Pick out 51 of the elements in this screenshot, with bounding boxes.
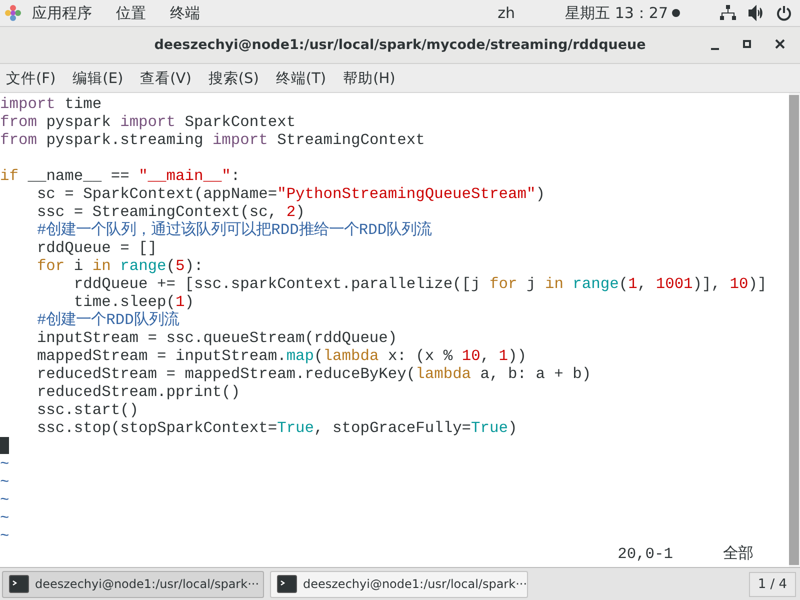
empty-line-marker: ~	[0, 509, 10, 527]
code-line: rddQueue += [ssc.sparkContext.parallelize([j for j in range(1, 1001)], 10)]	[72, 275, 768, 293]
code-line: if __name__ == "__main__":	[0, 167, 242, 185]
empty-line-marker: ~	[0, 473, 10, 491]
top-menu-item[interactable]: 应用程序	[32, 4, 92, 22]
volume-icon[interactable]	[748, 5, 764, 21]
power-icon[interactable]	[776, 5, 792, 21]
close-icon[interactable]	[774, 37, 786, 51]
code-line: from pyspark import SparkContext	[0, 113, 297, 131]
code-line: mappedStream = inputStream.map(lambda x: (x % 10, 1))	[36, 347, 528, 365]
code-line: ssc.stop(stopSparkContext=True, stopGraceFully=True)	[36, 419, 518, 437]
empty-line-marker: ~	[0, 491, 10, 509]
menu-item[interactable]: 编辑(E)	[72, 68, 124, 88]
terminal-icon	[277, 575, 297, 593]
scrollbar[interactable]	[789, 93, 800, 567]
top-menu-item[interactable]: 位置	[116, 4, 146, 22]
menu-item[interactable]: 帮助(H)	[343, 68, 396, 88]
code-line: reducedStream.pprint()	[36, 383, 242, 401]
code-line: import time	[0, 95, 103, 113]
terminal-icon	[9, 575, 29, 593]
code-line: sc = SparkContext(appName="PythonStreamingQueueStream")	[36, 185, 546, 203]
code-line: #创建一个队列，通过该队列可以把RDD推给一个RDD队列流	[36, 221, 433, 239]
maximize-icon[interactable]	[742, 37, 752, 51]
menu-item[interactable]: 终端(T)	[276, 68, 326, 88]
menu-item[interactable]: 查看(V)	[140, 68, 192, 88]
code-line: rddQueue = []	[36, 239, 158, 257]
code-line: ssc.start()	[36, 401, 140, 419]
scroll-position: 全部	[723, 545, 753, 563]
workspace-indicator[interactable]: 1 / 4	[748, 572, 796, 596]
code-line: ssc = StreamingContext(sc, 2)	[36, 203, 306, 221]
clock[interactable]: 星期五 13：27	[565, 4, 668, 22]
code-line: reducedStream = mappedStream.reduceByKey(lambda a, b: a + b)	[36, 365, 592, 383]
network-icon[interactable]	[720, 5, 736, 21]
top-menu-item[interactable]: 终端	[170, 4, 200, 22]
cursor-position: 20,0-1	[618, 545, 673, 563]
empty-line-marker: ~	[0, 455, 10, 473]
window-title: deeszechyi@node1:/usr/local/spark/mycode/streaming/rddqueue	[154, 37, 646, 53]
code-line: from pyspark.streaming import StreamingContext	[0, 131, 426, 149]
taskbar-window-button[interactable]: deeszechyi@node1:/usr/local/spark···	[2, 570, 264, 598]
text-cursor	[0, 437, 9, 454]
code-line: #创建一个RDD队列流	[36, 311, 180, 329]
menu-item[interactable]: 搜索(S)	[208, 68, 259, 88]
code-line: time.sleep(1)	[72, 293, 195, 311]
code-line: inputStream = ssc.queueStream(rddQueue)	[36, 329, 398, 347]
flower-logo-icon[interactable]	[4, 4, 22, 22]
code-line: for i in range(5):	[36, 257, 204, 275]
input-method-indicator[interactable]: zh	[498, 4, 516, 22]
menu-item[interactable]: 文件(F)	[6, 68, 56, 88]
dot-icon	[672, 9, 680, 17]
empty-line-marker: ~	[0, 527, 10, 545]
taskbar-window-button[interactable]: deeszechyi@node1:/usr/local/spark···	[270, 570, 528, 598]
